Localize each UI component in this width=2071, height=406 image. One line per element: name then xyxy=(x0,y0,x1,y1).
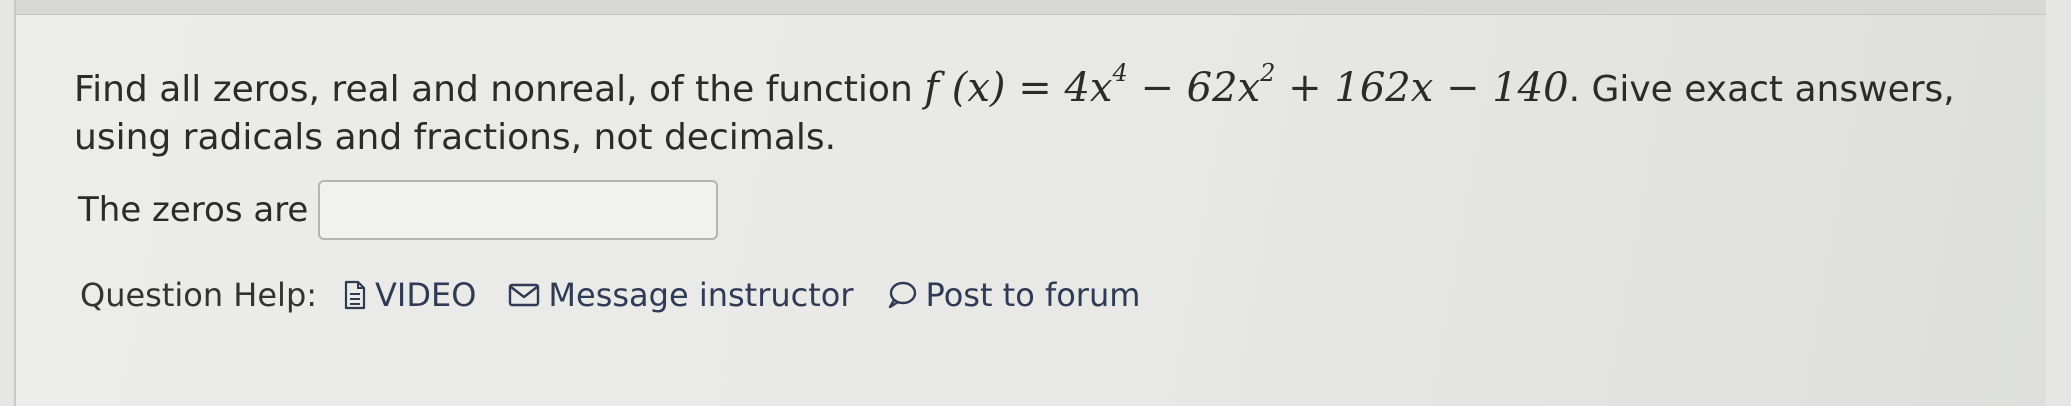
question-panel: Find all zeros, real and nonreal, of the… xyxy=(14,0,2046,406)
answer-label: The zeros are xyxy=(78,190,309,230)
message-instructor-link[interactable]: Message instructor xyxy=(508,276,854,314)
message-instructor-label: Message instructor xyxy=(548,276,854,314)
video-link[interactable]: VIDEO xyxy=(343,276,476,314)
question-text: Find all zeros, real and nonreal, of the… xyxy=(74,59,2034,162)
question-prefix: Find all zeros, real and nonreal, of the… xyxy=(74,69,925,110)
post-to-forum-link[interactable]: Post to forum xyxy=(886,276,1141,314)
function-expression: f (x) = 4x4 − 62x2 + 162x − 140 xyxy=(924,59,1569,111)
speech-bubble-icon xyxy=(888,281,916,309)
question-help-label: Question Help: xyxy=(80,276,318,314)
document-icon xyxy=(344,280,366,310)
top-bar xyxy=(16,0,2046,15)
post-to-forum-label: Post to forum xyxy=(925,276,1141,314)
zeros-answer-input[interactable] xyxy=(318,180,719,240)
answer-row: The zeros are xyxy=(78,178,719,242)
envelope-icon xyxy=(509,283,540,307)
video-link-label: VIDEO xyxy=(375,276,477,314)
question-help: Question Help: VIDEO Message instructor xyxy=(80,272,1172,318)
